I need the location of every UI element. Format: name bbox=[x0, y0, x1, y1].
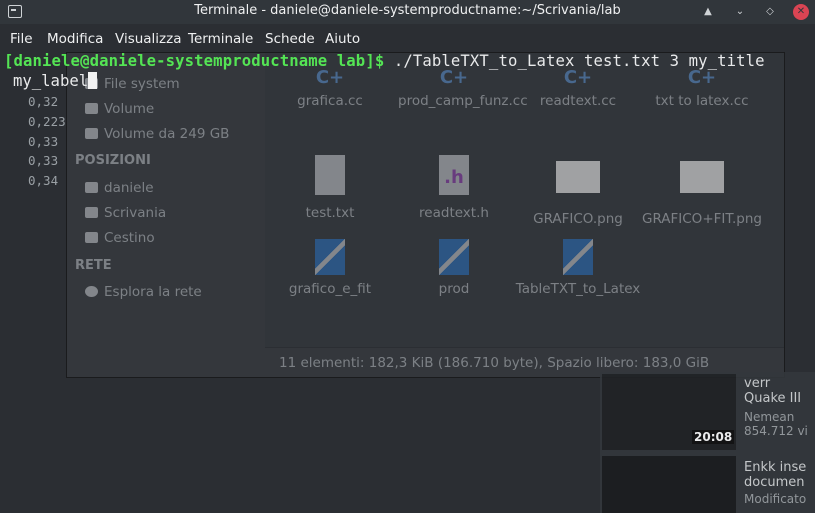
menu-schede[interactable]: Schede bbox=[265, 31, 315, 47]
home-icon bbox=[85, 182, 98, 193]
drive-icon bbox=[85, 128, 98, 139]
sidebar-item-filesystem[interactable]: File system bbox=[85, 76, 180, 92]
video-duration: 20:08 bbox=[692, 430, 735, 444]
file-item[interactable]: .h readtext.h bbox=[390, 155, 518, 221]
file-item[interactable]: C+ readtext.cc bbox=[514, 67, 642, 109]
video-thumbnail[interactable] bbox=[602, 456, 736, 513]
minimize-icon[interactable]: ⌄ bbox=[732, 4, 748, 20]
file-item[interactable]: C+ txt to latex.cc bbox=[638, 67, 766, 109]
video-title[interactable]: Enkk inse documen Modificato bbox=[744, 460, 806, 506]
file-item[interactable]: GRAFICO.png bbox=[514, 155, 642, 227]
image-file-icon bbox=[556, 161, 600, 193]
cpp-file-icon: C+ bbox=[563, 67, 593, 88]
executable-icon bbox=[439, 239, 469, 275]
image-file-icon bbox=[680, 161, 724, 193]
file-manager-sidebar: File system Volume Volume da 249 GB POSI… bbox=[67, 53, 265, 377]
sidebar-item-desktop[interactable]: Scrivania bbox=[85, 205, 166, 221]
keep-above-icon[interactable]: ▲ bbox=[700, 4, 716, 20]
close-icon[interactable]: ✕ bbox=[793, 4, 809, 20]
text-cursor bbox=[88, 72, 98, 89]
sidebar-header-network: RETE bbox=[75, 258, 112, 273]
sidebar-item-volume[interactable]: Volume bbox=[85, 101, 154, 117]
trash-icon bbox=[85, 232, 98, 243]
executable-icon bbox=[315, 239, 345, 275]
file-item[interactable]: TableTXT_to_Latex bbox=[514, 239, 642, 297]
cpp-file-icon: C+ bbox=[439, 67, 469, 88]
video-thumbnail[interactable]: 20:08 bbox=[602, 374, 736, 450]
menu-file[interactable]: File bbox=[10, 31, 33, 47]
prompt-line: [daniele@daniele-systemproductname lab]$… bbox=[4, 52, 765, 70]
prompt-user-host: [daniele@daniele-systemproductname lab]$ bbox=[4, 52, 385, 70]
file-manager-window: File system Volume Volume da 249 GB POSI… bbox=[66, 52, 785, 378]
background-right-column bbox=[784, 132, 815, 352]
window-title: Terminale - daniele@daniele-systemproduc… bbox=[194, 3, 621, 18]
prompt-command: ./TableTXT_to_Latex test.txt 3 my_title bbox=[384, 52, 765, 70]
file-item[interactable]: C+ grafica.cc bbox=[266, 67, 394, 109]
maximize-icon[interactable]: ◇ bbox=[762, 4, 778, 20]
text-file-icon bbox=[315, 155, 345, 195]
sidebar-item-trash[interactable]: Cestino bbox=[85, 230, 155, 246]
sidebar-header-places: POSIZIONI bbox=[75, 153, 151, 168]
terminal-area[interactable]: 0,32 0,223 0,33 0,33 0,34 File system Vo… bbox=[0, 52, 815, 513]
file-item[interactable]: grafico_e_fit bbox=[266, 239, 394, 297]
cpp-file-icon: C+ bbox=[687, 67, 717, 88]
header-file-icon: .h bbox=[439, 155, 469, 195]
desktop-icon bbox=[85, 207, 98, 218]
video-title[interactable]: verr Quake III Nemean 854.712 vi bbox=[744, 376, 808, 438]
background-video-list: 20:08 verr Quake III Nemean 854.712 vi E… bbox=[600, 372, 815, 513]
globe-icon bbox=[85, 286, 98, 297]
menu-aiuto[interactable]: Aiuto bbox=[325, 31, 360, 47]
title-bar: Terminale - daniele@daniele-systemproduc… bbox=[0, 0, 815, 24]
sidebar-item-home[interactable]: daniele bbox=[85, 180, 154, 196]
menu-bar: File Modifica Visualizza Terminale Sched… bbox=[0, 28, 815, 50]
file-item[interactable]: C+ prod_camp_funz.cc bbox=[390, 67, 528, 109]
prompt-continuation: my_label bbox=[13, 72, 98, 90]
file-item[interactable]: GRAFICO+FIT.png bbox=[638, 155, 766, 227]
cpp-file-icon: C+ bbox=[315, 67, 345, 88]
file-item[interactable]: prod bbox=[390, 239, 518, 297]
executable-icon bbox=[563, 239, 593, 275]
drive-icon bbox=[85, 103, 98, 114]
file-item[interactable]: test.txt bbox=[266, 155, 394, 221]
sidebar-item-network[interactable]: Esplora la rete bbox=[85, 284, 202, 300]
sidebar-item-volume-249[interactable]: Volume da 249 GB bbox=[85, 126, 229, 142]
menu-terminale[interactable]: Terminale bbox=[188, 31, 253, 47]
menu-visualizza[interactable]: Visualizza bbox=[115, 31, 182, 47]
menu-modifica[interactable]: Modifica bbox=[47, 31, 103, 47]
background-values: 0,32 0,223 0,33 0,33 0,34 bbox=[28, 94, 66, 189]
